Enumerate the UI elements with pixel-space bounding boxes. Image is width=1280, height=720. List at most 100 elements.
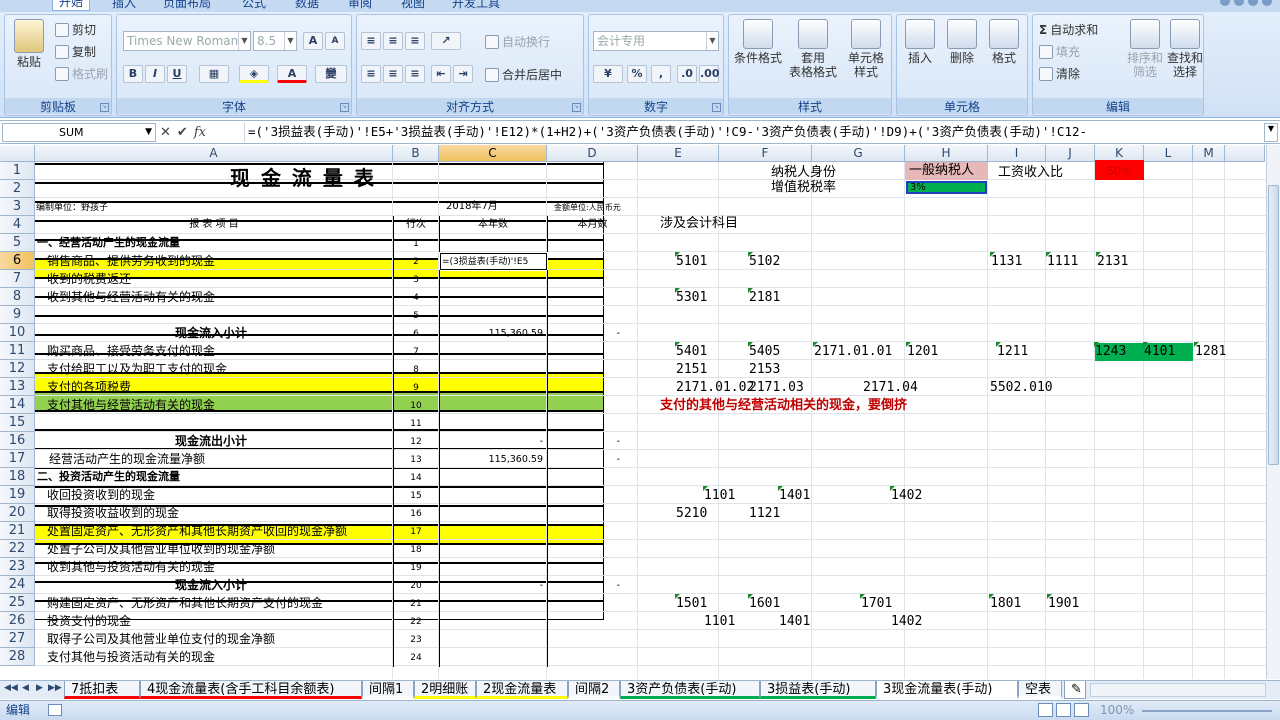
row-header-10[interactable]: 10 <box>0 324 35 342</box>
sort-filter-button[interactable]: 排序和 筛选 <box>1125 19 1165 79</box>
name-box[interactable]: SUM ▼ <box>2 123 156 142</box>
number-format-combo[interactable]: 会计专用 ▼ <box>593 31 719 51</box>
tab-formulas[interactable]: 公式 <box>242 0 266 11</box>
row-header-13[interactable]: 13 <box>0 378 35 396</box>
insert-function-button[interactable]: fx <box>194 125 206 140</box>
tab-home[interactable]: 开始 <box>52 0 91 11</box>
insert-cells-button[interactable]: 插入 <box>899 19 941 65</box>
sheet-tab[interactable]: 3损益表(手动) <box>760 681 876 699</box>
column-header-g[interactable]: G <box>812 145 905 162</box>
font-size-combo[interactable]: 8.5 ▼ <box>253 31 297 51</box>
row-header-22[interactable]: 22 <box>0 540 35 558</box>
sheet-tab[interactable]: 7抵扣表 <box>64 681 140 699</box>
close-icon[interactable] <box>1262 0 1272 6</box>
cell-styles-button[interactable]: 单元格 样式 <box>841 19 891 79</box>
cancel-icon[interactable]: ✕ <box>160 125 171 140</box>
sheet-tab[interactable]: 间隔1 <box>362 681 414 699</box>
zoom-slider[interactable] <box>1142 710 1272 712</box>
wrap-text-button[interactable]: 自动换行 <box>485 33 550 50</box>
row-header-5[interactable]: 5 <box>0 234 35 252</box>
row-header-15[interactable]: 15 <box>0 414 35 432</box>
row-header-8[interactable]: 8 <box>0 288 35 306</box>
currency-icon[interactable]: ¥ <box>593 65 623 83</box>
first-sheet-icon[interactable]: ◀◀ <box>4 683 18 693</box>
next-sheet-icon[interactable]: ▶ <box>36 683 43 693</box>
wage-ratio-value[interactable]: 50% <box>1095 160 1144 180</box>
row-header-18[interactable]: 18 <box>0 468 35 486</box>
format-cells-button[interactable]: 格式 <box>983 19 1025 65</box>
prev-sheet-icon[interactable]: ◀ <box>22 683 29 693</box>
restore-icon[interactable] <box>1248 0 1258 6</box>
dialog-launcher-icon[interactable]: ↘ <box>340 103 349 112</box>
select-all-corner[interactable] <box>0 145 35 162</box>
decrease-decimal-icon[interactable]: .00 <box>699 65 720 83</box>
active-cell-c6[interactable]: =(3损益表(手动)'!E5 <box>439 252 548 271</box>
page-break-view-icon[interactable] <box>1074 703 1089 717</box>
delete-cells-button[interactable]: 删除 <box>941 19 983 65</box>
format-painter-button[interactable]: 格式刷 <box>55 65 108 82</box>
column-header-l[interactable]: L <box>1144 145 1193 162</box>
merge-center-button[interactable]: 合并后居中 <box>485 66 562 83</box>
tab-view[interactable]: 视图 <box>401 0 425 11</box>
grow-font-button[interactable]: A <box>303 32 323 50</box>
paste-button[interactable]: 粘贴 <box>9 19 49 69</box>
find-select-button[interactable]: 查找和 选择 <box>1165 19 1205 79</box>
worksheet-grid[interactable]: A B C D E F G H I J K L M 1 2 3 4 5 6 7 8 9 10 11 12 13 14 15 16 17 18… <box>0 145 1266 679</box>
increase-indent-icon[interactable]: ⇥ <box>453 65 473 83</box>
expand-formula-icon[interactable]: ▼ <box>1264 123 1278 142</box>
conditional-format-button[interactable]: 条件格式 <box>731 19 785 65</box>
phonetic-button[interactable]: 變 <box>315 65 347 83</box>
column-header-h[interactable]: H <box>905 145 988 162</box>
row-header-2[interactable]: 2 <box>0 180 35 198</box>
sheet-tab[interactable]: 间隔2 <box>568 681 620 699</box>
align-left-icon[interactable]: ≡ <box>361 65 381 83</box>
comma-button[interactable]: , <box>651 65 671 83</box>
vat-rate-value[interactable]: 3% <box>906 181 987 194</box>
minimize-icon[interactable] <box>1234 0 1244 6</box>
column-header-d[interactable]: D <box>547 145 638 162</box>
fill-color-icon[interactable]: ◈ <box>239 65 269 83</box>
row-header-1[interactable]: 1 <box>0 162 35 180</box>
dialog-launcher-icon[interactable]: ↘ <box>572 103 581 112</box>
tab-review[interactable]: 审阅 <box>348 0 372 11</box>
column-header-c[interactable]: C <box>439 145 547 162</box>
scroll-thumb[interactable] <box>1268 185 1279 465</box>
orientation-icon[interactable]: ↗ <box>431 32 461 50</box>
formula-input[interactable]: =('3损益表(手动)'!E5+'3损益表(手动)'!E12)*(1+H2)+(… <box>244 123 1260 142</box>
sheet-tab[interactable]: 3资产负债表(手动) <box>620 681 760 699</box>
row-header-14[interactable]: 14 <box>0 396 35 414</box>
row-header-25[interactable]: 25 <box>0 594 35 612</box>
font-name-combo[interactable]: Times New Roman ▼ <box>123 31 251 51</box>
zoom-level[interactable]: 100% <box>1100 701 1134 720</box>
taxpayer-value[interactable]: 一般纳税人 <box>905 162 988 180</box>
column-header-e[interactable]: E <box>638 145 719 162</box>
row-header-12[interactable]: 12 <box>0 360 35 378</box>
column-header-j[interactable]: J <box>1046 145 1095 162</box>
enter-icon[interactable]: ✔ <box>177 125 188 140</box>
macro-record-icon[interactable] <box>48 704 62 716</box>
align-right-icon[interactable]: ≡ <box>405 65 425 83</box>
row-header-19[interactable]: 19 <box>0 486 35 504</box>
vertical-scrollbar[interactable] <box>1266 145 1280 679</box>
row-header-20[interactable]: 20 <box>0 504 35 522</box>
row-header-28[interactable]: 28 <box>0 648 35 666</box>
decrease-indent-icon[interactable]: ⇤ <box>431 65 451 83</box>
align-center-icon[interactable]: ≡ <box>383 65 403 83</box>
percent-button[interactable]: % <box>627 65 647 83</box>
italic-button[interactable]: I <box>145 65 165 83</box>
sheet-tab[interactable]: 4现金流量表(含手工科目余额表) <box>140 681 362 699</box>
help-icon[interactable] <box>1220 0 1230 6</box>
format-as-table-button[interactable]: 套用 表格格式 <box>785 19 841 79</box>
row-header-21[interactable]: 21 <box>0 522 35 540</box>
row-header-6[interactable]: 6 <box>0 252 35 270</box>
cut-button[interactable]: 剪切 <box>55 21 96 38</box>
last-sheet-icon[interactable]: ▶▶ <box>48 683 62 693</box>
insert-sheet-icon[interactable]: ✎ <box>1064 681 1086 699</box>
align-top-icon[interactable]: ≡ <box>361 32 381 50</box>
row-header-17[interactable]: 17 <box>0 450 35 468</box>
row-header-23[interactable]: 23 <box>0 558 35 576</box>
row-header-26[interactable]: 26 <box>0 612 35 630</box>
sheet-tab[interactable]: 2现金流量表 <box>476 681 568 699</box>
column-header-b[interactable]: B <box>393 145 439 162</box>
row-header-9[interactable]: 9 <box>0 306 35 324</box>
